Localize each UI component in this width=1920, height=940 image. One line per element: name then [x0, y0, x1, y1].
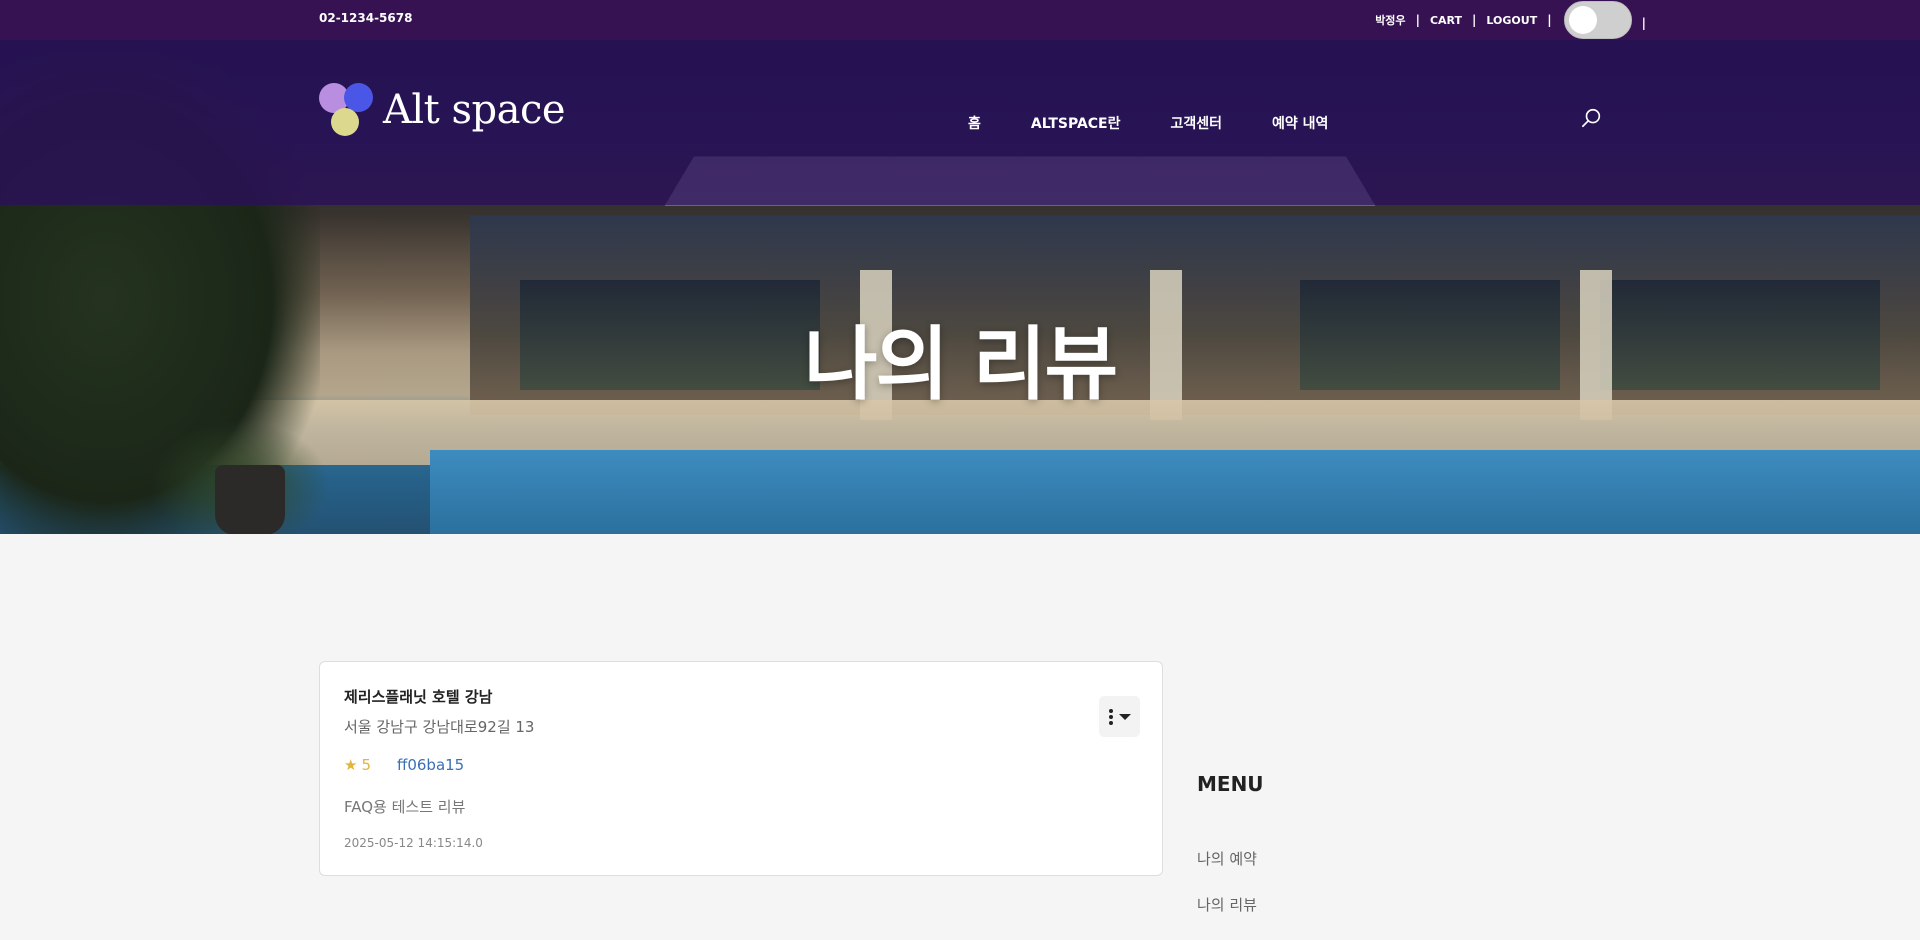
top-bar: 02-1234-5678 박정우 | CART | LOGOUT | |: [0, 0, 1920, 40]
nav-item-reservations[interactable]: 예약 내역: [1272, 113, 1328, 133]
rating-value: 5: [361, 756, 371, 774]
main-header: Alt space 홈 ALTSPACE란 고객센터 예약 내역: [0, 40, 1920, 205]
page-title: 나의 리뷰: [803, 318, 1118, 411]
kebab-icon: [1108, 708, 1113, 725]
contact-phone: 02-1234-5678: [319, 11, 413, 25]
sidebar-item-my-reviews[interactable]: 나의 리뷰: [1197, 894, 1257, 915]
user-name-link[interactable]: 박정우: [1375, 12, 1405, 28]
search-icon[interactable]: [1581, 107, 1603, 129]
logout-link[interactable]: LOGOUT: [1486, 14, 1537, 27]
theme-toggle[interactable]: [1563, 1, 1632, 39]
separator: |: [1547, 13, 1552, 27]
user-links: 박정우 | CART | LOGOUT | |: [1375, 0, 1646, 40]
hero-banner: 02-1234-5678 박정우 | CART | LOGOUT | | Alt…: [0, 0, 1920, 534]
separator: |: [1472, 13, 1477, 27]
separator: |: [1641, 16, 1646, 30]
reviewer-id: ff06ba15: [397, 756, 465, 774]
review-options-button[interactable]: [1099, 696, 1140, 737]
hotel-name: 제리스플래닛 호텔 강남: [344, 688, 493, 706]
banner-planter: [215, 465, 285, 534]
review-content: FAQ용 테스트 리뷰: [344, 798, 466, 816]
banner-pool: [430, 450, 1920, 534]
review-date: 2025-05-12 14:15:14.0: [344, 836, 483, 850]
separator: |: [1415, 13, 1420, 27]
logo-text: Alt space: [383, 87, 566, 133]
review-card: 제리스플래닛 호텔 강남 서울 강남구 강남대로92길 13 ★ 5 ff06b…: [319, 661, 1163, 876]
nav-item-support[interactable]: 고객센터: [1171, 113, 1223, 133]
main-nav: 홈 ALTSPACE란 고객센터 예약 내역: [968, 113, 1328, 133]
hotel-address: 서울 강남구 강남대로92길 13: [344, 718, 535, 736]
logo-dot-icon: [331, 108, 359, 136]
caret-down-icon: [1118, 713, 1131, 720]
nav-item-about[interactable]: ALTSPACE란: [1031, 113, 1121, 133]
sidebar-item-my-reservations[interactable]: 나의 예약: [1197, 848, 1257, 869]
cart-link[interactable]: CART: [1430, 14, 1462, 27]
star-icon: ★: [344, 756, 358, 774]
site-logo[interactable]: Alt space: [319, 83, 566, 143]
toggle-knob: [1568, 6, 1597, 34]
review-rating: ★ 5: [344, 756, 371, 774]
nav-item-home[interactable]: 홈: [968, 113, 981, 133]
sidebar-title: MENU: [1197, 772, 1264, 796]
